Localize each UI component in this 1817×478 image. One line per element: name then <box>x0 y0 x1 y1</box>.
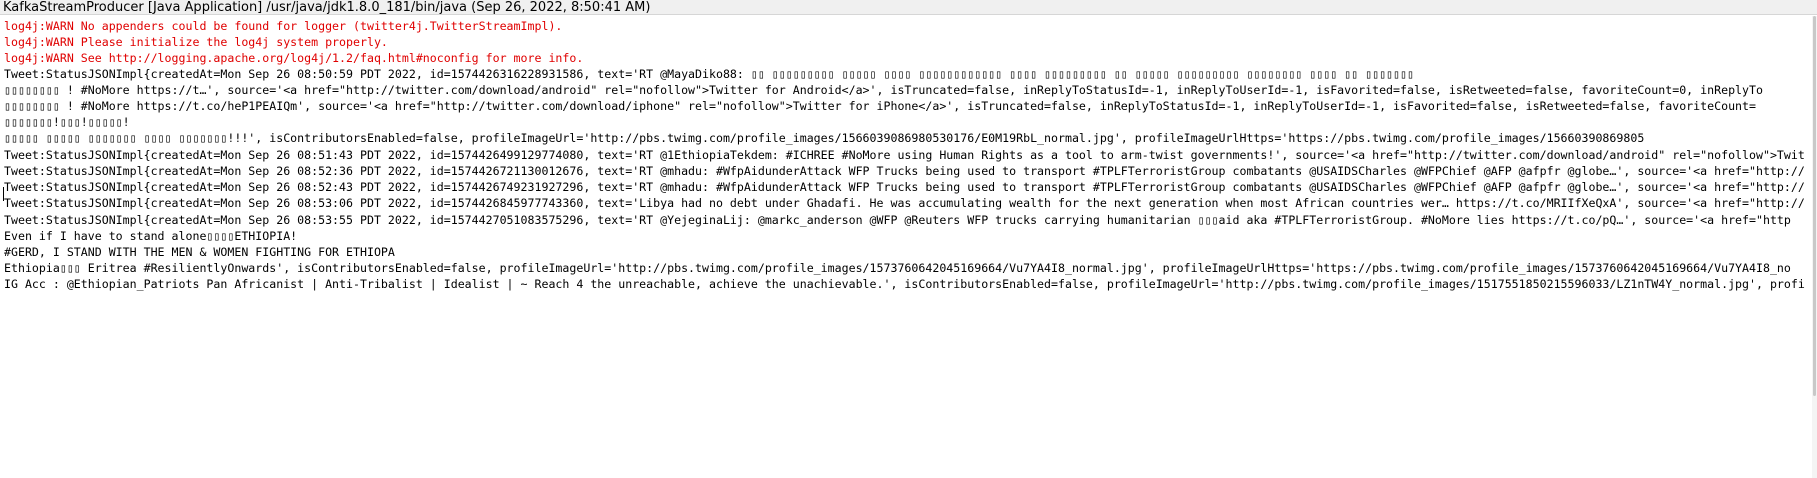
scrollbar-thumb[interactable] <box>1813 16 1816 396</box>
console-line[interactable]: Ethiopia▯▯▯ Eritrea #ResilientlyOnwards'… <box>4 260 1791 276</box>
console-line[interactable]: Tweet:StatusJSONImpl{createdAt=Mon Sep 2… <box>4 163 1805 179</box>
console-line[interactable]: ▯▯▯▯▯▯▯▯ ! #NoMore https://t…', source='… <box>4 82 1763 98</box>
console-line[interactable]: Tweet:StatusJSONImpl{createdAt=Mon Sep 2… <box>4 195 1805 211</box>
console-output[interactable]: log4j:WARN No appenders could be found f… <box>0 16 1817 478</box>
console-line-warn[interactable]: log4j:WARN Please initialize the log4j s… <box>4 34 388 50</box>
console-line[interactable]: ▯▯▯▯▯▯▯!▯▯▯!▯▯▯▯▯! <box>4 114 130 130</box>
console-line-warn[interactable]: log4j:WARN See http://logging.apache.org… <box>4 50 583 66</box>
text-caret <box>3 187 4 201</box>
console-line[interactable]: Tweet:StatusJSONImpl{createdAt=Mon Sep 2… <box>4 212 1791 228</box>
console-line[interactable]: Tweet:StatusJSONImpl{createdAt=Mon Sep 2… <box>4 66 1414 82</box>
console-line[interactable]: Tweet:StatusJSONImpl{createdAt=Mon Sep 2… <box>4 147 1805 163</box>
window-title-bar: KafkaStreamProducer [Java Application] /… <box>0 0 1817 15</box>
console-line[interactable]: #GERD, I STAND WITH THE MEN & WOMEN FIGH… <box>4 244 395 260</box>
console-line[interactable]: ▯▯▯▯▯▯▯▯ ! #NoMore https://t.co/heP1PEAI… <box>4 98 1756 114</box>
console-line[interactable]: Even if I have to stand alone▯▯▯▯ETHIOPI… <box>4 228 297 244</box>
window-title: KafkaStreamProducer [Java Application] /… <box>3 0 651 15</box>
console-line[interactable]: Tweet:StatusJSONImpl{createdAt=Mon Sep 2… <box>4 179 1805 195</box>
console-line[interactable]: IG Acc : @Ethiopian_Patriots Pan African… <box>4 276 1805 292</box>
console-line-warn[interactable]: log4j:WARN No appenders could be found f… <box>4 18 562 34</box>
console-line[interactable]: ▯▯▯▯▯ ▯▯▯▯▯ ▯▯▯▯▯▯▯ ▯▯▯▯ ▯▯▯▯▯▯▯!!!', is… <box>4 130 1644 146</box>
vertical-scrollbar[interactable] <box>1812 16 1817 478</box>
